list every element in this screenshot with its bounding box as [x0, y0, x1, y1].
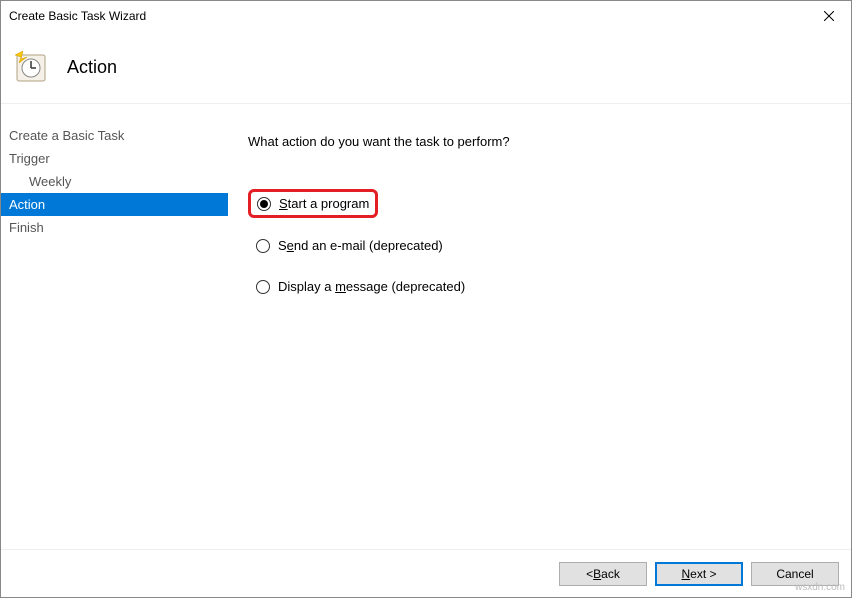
- titlebar: Create Basic Task Wizard: [1, 1, 851, 31]
- action-option-1[interactable]: Send an e-mail (deprecated): [248, 232, 451, 259]
- radio-icon: [256, 280, 270, 294]
- wizard-window: Create Basic Task Wizard Action Create a…: [0, 0, 852, 598]
- page-title: Action: [67, 57, 117, 78]
- radio-icon: [256, 239, 270, 253]
- wizard-header: Action: [1, 31, 851, 103]
- wizard-content: What action do you want the task to perf…: [228, 104, 851, 549]
- action-option-0[interactable]: Start a program: [248, 189, 378, 218]
- radio-icon: [257, 197, 271, 211]
- wizard-body: Create a Basic TaskTriggerWeeklyActionFi…: [1, 103, 851, 549]
- window-title: Create Basic Task Wizard: [9, 9, 146, 23]
- next-button[interactable]: Next >: [655, 562, 743, 586]
- wizard-footer: < Back Next > Cancel: [1, 549, 851, 597]
- wizard-steps-sidebar: Create a Basic TaskTriggerWeeklyActionFi…: [1, 104, 228, 549]
- wizard-step-action[interactable]: Action: [1, 193, 228, 216]
- action-radio-group: Start a program Send an e-mail (deprecate…: [248, 189, 831, 300]
- wizard-step-trigger[interactable]: Trigger: [1, 147, 228, 170]
- wizard-step-weekly[interactable]: Weekly: [1, 170, 228, 193]
- action-option-label: Send an e-mail (deprecated): [278, 238, 443, 253]
- watermark: wsxdn.com: [795, 582, 845, 593]
- close-icon: [824, 11, 834, 21]
- action-prompt: What action do you want the task to perf…: [248, 134, 831, 149]
- clock-wizard-icon: [13, 49, 49, 85]
- action-option-label: Start a program: [279, 196, 369, 211]
- back-button[interactable]: < Back: [559, 562, 647, 586]
- wizard-step-create-a-basic-task[interactable]: Create a Basic Task: [1, 124, 228, 147]
- action-option-2[interactable]: Display a message (deprecated): [248, 273, 473, 300]
- wizard-step-finish[interactable]: Finish: [1, 216, 228, 239]
- action-option-label: Display a message (deprecated): [278, 279, 465, 294]
- close-button[interactable]: [806, 1, 851, 31]
